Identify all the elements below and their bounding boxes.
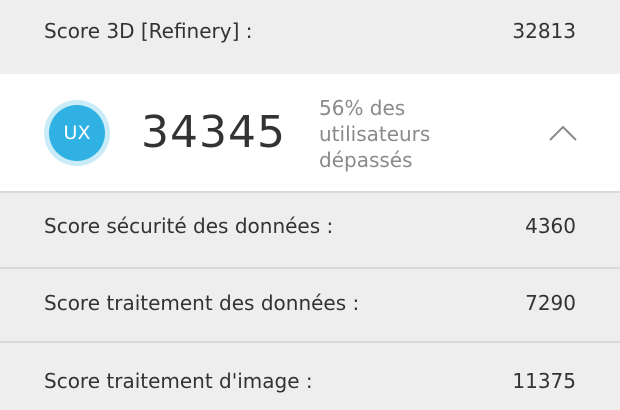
ux-badge: UX xyxy=(44,100,110,166)
data-processing-score-value: 7290 xyxy=(525,291,576,315)
image-processing-score-row: Score traitement d'image : 11375 xyxy=(0,343,620,410)
image-processing-score-value: 11375 xyxy=(512,369,576,393)
data-processing-score-label: Score traitement des données : xyxy=(44,291,360,315)
security-score-row: Score sécurité des données : 4360 xyxy=(0,193,620,267)
chevron-up-icon[interactable] xyxy=(548,124,578,142)
users-surpassed-line-1: 56% des xyxy=(319,96,406,120)
data-processing-score-row: Score traitement des données : 7290 xyxy=(0,269,620,341)
users-surpassed-line-2: utilisateurs xyxy=(319,122,431,146)
ux-score-card[interactable]: UX 34345 56% des utilisateurs dépassés xyxy=(0,74,620,192)
score-3d-value: 32813 xyxy=(512,19,576,43)
image-processing-score-label: Score traitement d'image : xyxy=(44,369,313,393)
ux-total-score: 34345 xyxy=(141,107,286,158)
ux-badge-label: UX xyxy=(49,105,105,161)
security-score-label: Score sécurité des données : xyxy=(44,214,334,238)
users-surpassed-text: 56% des utilisateurs dépassés xyxy=(319,95,449,173)
users-surpassed-line-3: dépassés xyxy=(319,148,413,172)
security-score-value: 4360 xyxy=(525,214,576,238)
score-3d-label: Score 3D [Refinery] : xyxy=(44,19,253,43)
score-3d-row: Score 3D [Refinery] : 32813 xyxy=(0,0,620,74)
